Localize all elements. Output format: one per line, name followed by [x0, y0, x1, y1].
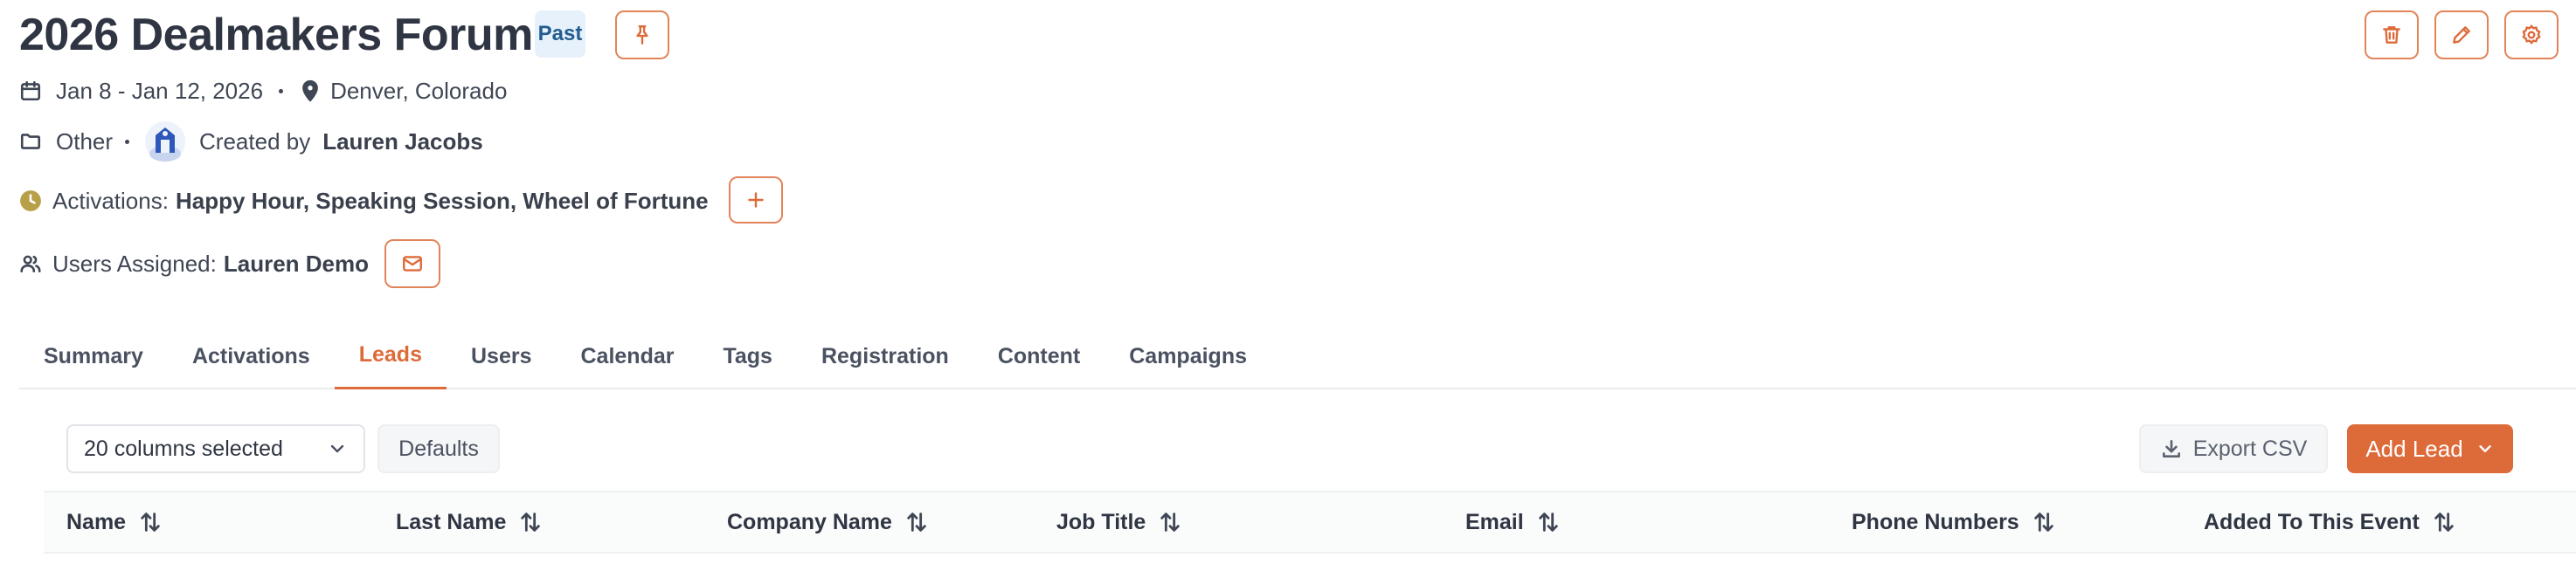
tab-bar: Summary Activations Leads Users Calendar… [19, 323, 1247, 389]
sort-icon [1160, 513, 1181, 532]
add-lead-label: Add Lead [2365, 435, 2463, 462]
calendar-icon [20, 80, 41, 101]
pin-icon [636, 25, 648, 45]
sort-icon [1538, 513, 1558, 532]
tab-leads[interactable]: Leads [334, 323, 447, 389]
export-csv-button[interactable]: Export CSV [2139, 424, 2328, 473]
tab-tags[interactable]: Tags [698, 323, 797, 389]
column-header-name[interactable]: Name [66, 491, 163, 554]
download-icon [2162, 440, 2180, 457]
tab-campaigns[interactable]: Campaigns [1104, 323, 1271, 389]
column-header-phone-numbers[interactable]: Phone Numbers [1852, 491, 2056, 554]
event-dates: Jan 8 - Jan 12, 2026 [56, 77, 264, 104]
column-header-company-name[interactable]: Company Name [727, 491, 929, 554]
export-csv-label: Export CSV [2192, 436, 2308, 461]
columns-select-value: 20 columns selected [84, 436, 283, 461]
settings-button[interactable] [2504, 10, 2559, 59]
tab-summary[interactable]: Summary [19, 323, 168, 389]
trash-icon [2383, 26, 2400, 44]
column-label: Last Name [396, 509, 507, 534]
page-title: 2026 Dealmakers Forum [19, 10, 533, 60]
plus-icon [748, 192, 764, 208]
tab-calendar[interactable]: Calendar [556, 323, 698, 389]
tab-registration[interactable]: Registration [797, 323, 973, 389]
chevron-down-icon [2478, 445, 2491, 452]
activations-value: Happy Hour, Speaking Session, Wheel of F… [175, 187, 709, 214]
folder-icon [20, 134, 41, 149]
edit-button[interactable] [2434, 10, 2489, 59]
tab-content[interactable]: Content [973, 323, 1104, 389]
avatar [145, 121, 186, 162]
clock-icon [20, 190, 41, 211]
defaults-button[interactable]: Defaults [377, 424, 500, 473]
created-by-label: Created by [199, 127, 311, 155]
users-assigned-value: Lauren Demo [223, 250, 370, 277]
column-label: Email [1465, 509, 1524, 534]
add-activation-button[interactable] [729, 176, 783, 224]
column-label: Added To This Event [2204, 509, 2420, 534]
add-lead-button[interactable]: Add Lead [2347, 424, 2513, 473]
users-icon [20, 255, 41, 272]
users-assigned-label: Users Assigned: [52, 250, 217, 277]
mail-icon [403, 256, 422, 272]
pencil-icon [2453, 26, 2470, 44]
gear-icon [2522, 24, 2541, 45]
separator-dot [279, 88, 284, 93]
event-category: Other [56, 127, 114, 155]
chevron-down-icon [330, 444, 344, 453]
event-meta-creator: Other Created by Lauren Jacobs [19, 120, 483, 162]
columns-select[interactable]: 20 columns selected [66, 424, 365, 473]
column-label: Job Title [1056, 509, 1146, 534]
column-label: Phone Numbers [1852, 509, 2019, 534]
sort-icon [2434, 513, 2454, 532]
event-location: Denver, Colorado [330, 77, 508, 104]
column-header-job-title[interactable]: Job Title [1056, 491, 1182, 554]
column-header-added-to-this-event[interactable]: Added To This Event [2204, 491, 2456, 554]
tab-users[interactable]: Users [447, 323, 557, 389]
email-users-button[interactable] [384, 239, 440, 288]
column-header-email[interactable]: Email [1465, 491, 1561, 554]
column-label: Company Name [727, 509, 892, 534]
pin-button[interactable] [615, 10, 669, 59]
users-assigned-row: Users Assigned: Lauren Demo [19, 246, 369, 281]
sort-icon [907, 513, 926, 532]
sort-icon [521, 513, 541, 532]
separator-dot [125, 139, 130, 144]
column-header-last-name[interactable]: Last Name [396, 491, 543, 554]
tab-activations[interactable]: Activations [168, 323, 335, 389]
sort-icon [141, 513, 160, 532]
activations-label: Activations: [52, 187, 169, 214]
delete-button[interactable] [2365, 10, 2419, 59]
status-badge: Past [535, 10, 585, 58]
event-meta-dates: Jan 8 - Jan 12, 2026 Denver, Colorado [19, 73, 507, 108]
column-label: Name [66, 509, 127, 534]
sort-icon [2033, 513, 2053, 532]
activations-row: Activations: Happy Hour, Speaking Sessio… [19, 183, 709, 218]
map-pin-icon [302, 79, 318, 102]
created-by-name: Lauren Jacobs [322, 127, 483, 155]
